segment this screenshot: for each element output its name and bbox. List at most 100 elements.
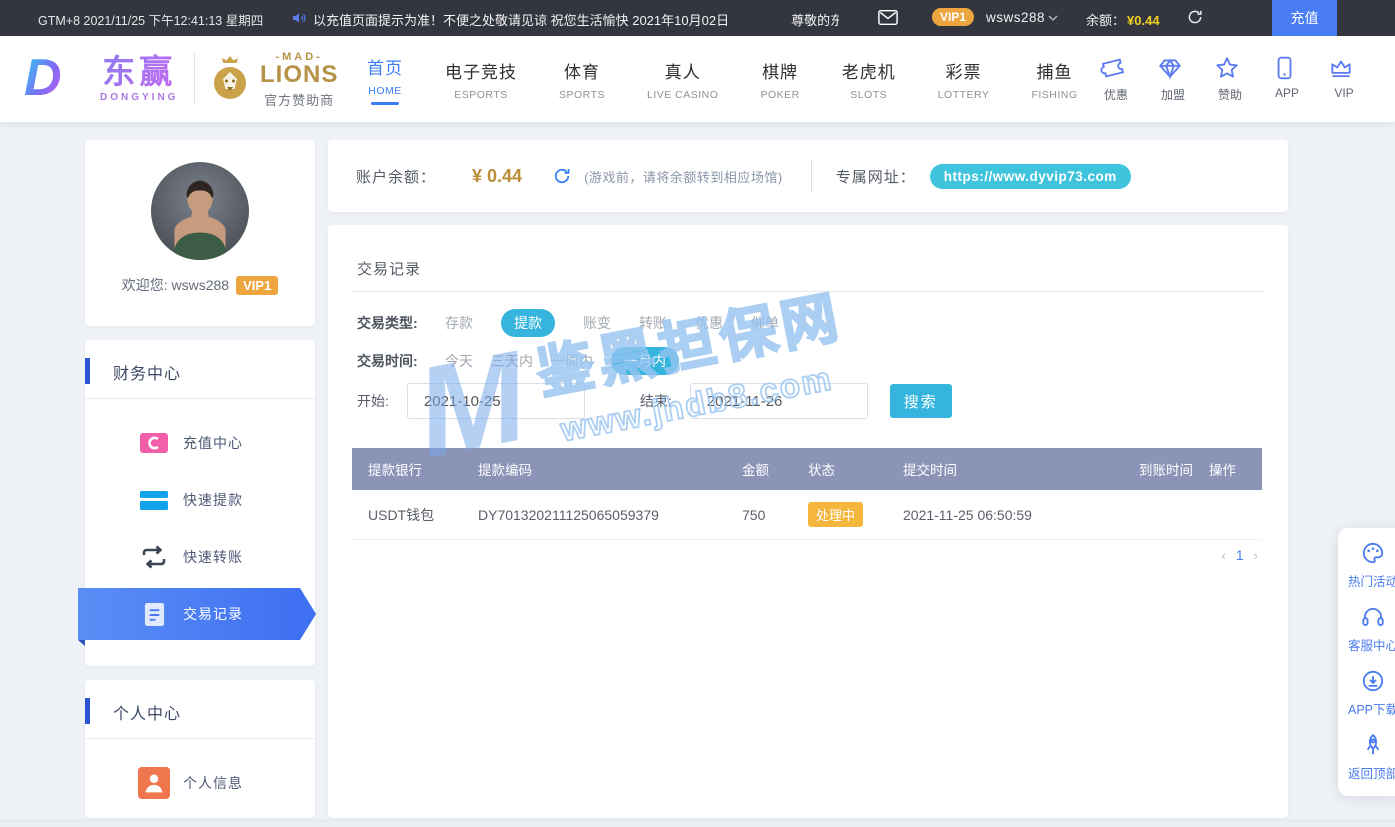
type-option-account-change[interactable]: 账变	[583, 313, 611, 333]
end-date-input[interactable]	[690, 383, 868, 419]
float-item-label: APP下载	[1338, 699, 1395, 718]
sidebar-item-label: 快速转账	[183, 547, 243, 567]
col-header-amount: 金额	[735, 459, 795, 479]
start-date-input[interactable]	[407, 383, 585, 419]
col-header-arrival-time: 到账时间	[1130, 459, 1200, 479]
document-icon	[137, 601, 171, 628]
time-option-month[interactable]: 一月内	[611, 347, 679, 375]
nav-label-cn: 真人	[647, 58, 718, 83]
account-balance-label: 账户余额：	[356, 166, 436, 187]
nav-item-fishing[interactable]: 捕鱼 FISHING	[1010, 58, 1098, 101]
nav-item-lottery[interactable]: 彩票 LOTTERY	[917, 58, 1011, 101]
cell-bank: USDT钱包	[352, 505, 470, 525]
float-item-customer-service[interactable]: 客服中心	[1338, 604, 1395, 668]
nav-label-cn: 捕鱼	[1031, 58, 1077, 83]
refresh-icon[interactable]	[552, 166, 572, 186]
sidebar-item-quick-withdraw[interactable]: 快速提款	[85, 472, 315, 528]
nav-label-cn: 棋牌	[760, 58, 799, 83]
personal-section-title: 个人中心	[85, 680, 315, 739]
nav-label-en: FISHING	[1031, 89, 1077, 101]
nav-label-cn: 老虎机	[842, 58, 896, 83]
nav-quick-links: 优惠 加盟 赞助 APP VIP	[1100, 55, 1360, 103]
col-header-status: 状态	[795, 459, 895, 479]
quick-item-vip[interactable]: VIP	[1328, 55, 1360, 103]
col-header-code: 提款编码	[470, 459, 735, 479]
star-icon	[1214, 55, 1246, 81]
current-page[interactable]: 1	[1236, 547, 1244, 563]
sidebar-item-quick-transfer[interactable]: 快速转账	[85, 529, 315, 585]
sidebar-item-label: 充值中心	[183, 433, 243, 453]
nav-label-cn: 体育	[559, 58, 605, 83]
table-row: USDT钱包 DY701320211125065059379 750 处理中 2…	[352, 490, 1262, 540]
time-option-3days[interactable]: 三天内	[491, 351, 533, 371]
nav-item-live-casino[interactable]: 真人 LIVE CASINO	[626, 58, 739, 101]
active-item-fold	[78, 640, 85, 646]
type-option-deposit[interactable]: 存款	[445, 313, 473, 333]
records-title: 交易记录	[357, 258, 421, 279]
quick-item-label: 优惠	[1100, 86, 1132, 103]
end-date-label: 结束:	[640, 391, 672, 411]
table-header-row: 提款银行 提款编码 金额 状态 提交时间 到账时间 操作	[352, 448, 1262, 490]
nav-item-poker[interactable]: 棋牌 POKER	[739, 58, 820, 101]
next-page-arrow[interactable]: ›	[1254, 548, 1258, 563]
float-item-label: 客服中心	[1338, 635, 1395, 654]
type-option-transfer[interactable]: 转账	[639, 313, 667, 333]
announcement-text: 以充值页面提示为准！不便之处敬请见谅 祝您生活愉快 2021年10月02日	[313, 13, 729, 28]
profile-card: 欢迎您: wsws288 VIP1	[85, 140, 315, 326]
personal-center-card: 个人中心 个人信息	[85, 680, 315, 818]
avatar	[151, 162, 249, 260]
sidebar-item-recharge-center[interactable]: 充值中心	[85, 415, 315, 471]
time-option-week[interactable]: 一周内	[551, 351, 593, 371]
transaction-type-filter: 交易类型: 存款 提款 账变 转账 优惠 催单	[357, 309, 779, 337]
float-item-label: 热门活动	[1338, 571, 1395, 590]
type-option-promo[interactable]: 优惠	[695, 313, 723, 333]
nav-item-slots[interactable]: 老虎机 SLOTS	[821, 58, 917, 101]
username-menu[interactable]: wsws288	[986, 10, 1045, 25]
crown-icon	[1328, 55, 1360, 81]
nav-item-home[interactable]: 首页 HOME	[346, 54, 424, 105]
main-navbar: D 东赢 DONGYING -MAD- LIONS 官方赞助商 首页 HOME	[0, 36, 1395, 122]
quick-item-label: 赞助	[1214, 86, 1246, 103]
float-item-back-to-top[interactable]: 返回顶部	[1338, 732, 1395, 796]
sidebar-item-personal-info[interactable]: 个人信息	[85, 755, 315, 811]
mail-icon[interactable]	[878, 9, 898, 26]
sponsor-sub-text: 官方赞助商	[260, 90, 338, 109]
search-button[interactable]: 搜索	[890, 384, 952, 418]
float-item-hot-activities[interactable]: 热门活动	[1338, 540, 1395, 604]
cell-status: 处理中	[795, 502, 895, 527]
nav-item-esports[interactable]: 电子竞技 ESPORTS	[424, 58, 538, 101]
nav-item-sports[interactable]: 体育 SPORTS	[538, 58, 626, 101]
cell-amount: 750	[735, 507, 795, 523]
pagination: ‹ 1 ›	[1222, 547, 1258, 563]
status-badge: 处理中	[808, 502, 863, 527]
vip-level-badge: VIP1	[932, 8, 974, 26]
records-table: 提款银行 提款编码 金额 状态 提交时间 到账时间 操作 USDT钱包 DY70…	[352, 448, 1262, 540]
logo-divider	[194, 53, 195, 105]
person-icon	[137, 767, 171, 799]
time-option-today[interactable]: 今天	[445, 351, 473, 371]
quick-item-promos[interactable]: 优惠	[1100, 55, 1132, 103]
sidebar-item-transaction-records[interactable]: 交易记录	[85, 586, 315, 642]
quick-item-affiliate[interactable]: 加盟	[1157, 55, 1189, 103]
type-option-urge[interactable]: 催单	[751, 313, 779, 333]
float-item-label: 返回顶部	[1338, 763, 1395, 782]
recharge-card-icon	[137, 431, 171, 455]
cell-submit-time: 2021-11-25 06:50:59	[895, 507, 1130, 523]
type-option-withdraw[interactable]: 提款	[501, 309, 555, 337]
quick-item-app[interactable]: APP	[1271, 55, 1303, 103]
float-item-app-download[interactable]: APP下载	[1338, 668, 1395, 732]
balance-display: 余额：¥0.44	[1086, 10, 1160, 29]
brand-logo-text[interactable]: 东赢 DONGYING	[100, 54, 178, 103]
brand-logo-d[interactable]: D	[24, 49, 62, 107]
quick-item-sponsor[interactable]: 赞助	[1214, 55, 1246, 103]
chevron-down-icon[interactable]	[1048, 15, 1058, 22]
sponsor-logo: -MAD- LIONS 官方赞助商	[208, 51, 338, 109]
exclusive-url-pill[interactable]: https://www.dyvip73.com	[930, 164, 1131, 189]
prev-page-arrow[interactable]: ‹	[1222, 548, 1226, 563]
transaction-records-card: 交易记录 交易类型: 存款 提款 账变 转账 优惠 催单 交易时间: 今天 三天…	[328, 225, 1288, 818]
ticket-icon	[1100, 55, 1132, 81]
quick-item-label: 加盟	[1157, 86, 1189, 103]
recharge-button[interactable]: 充值	[1272, 0, 1337, 36]
refresh-balance-icon[interactable]	[1186, 8, 1204, 26]
nav-label-en: LOTTERY	[938, 89, 990, 101]
